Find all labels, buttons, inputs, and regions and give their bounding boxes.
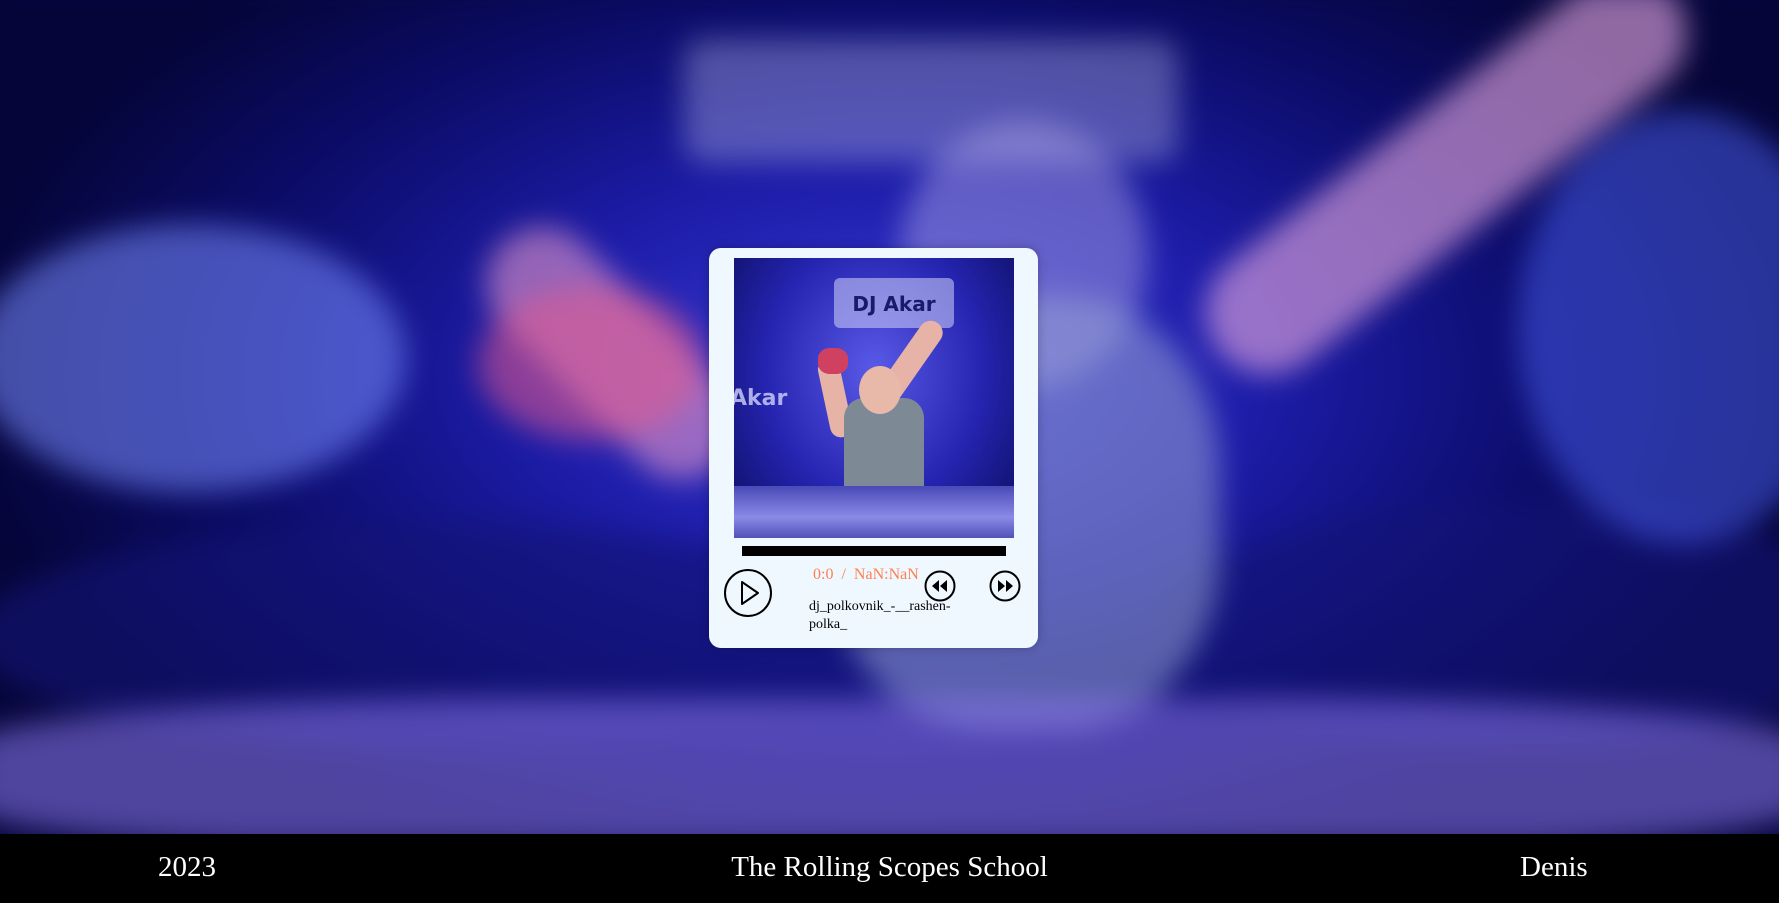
bg-sign	[684, 38, 1179, 163]
bg-light-left	[0, 224, 406, 493]
page: DJ Akar Akar 0:0 / NaN:NaN dj_polkovnik_-_…	[0, 0, 1779, 903]
audio-player: DJ Akar Akar 0:0 / NaN:NaN dj_polkovnik_-_…	[709, 248, 1038, 648]
cover-glove	[818, 348, 848, 374]
time-display: 0:0 / NaN:NaN	[813, 566, 919, 584]
play-icon	[724, 569, 772, 617]
play-button[interactable]	[723, 568, 773, 618]
duration: NaN:NaN	[853, 566, 919, 583]
progress-bar[interactable]	[742, 546, 1006, 556]
current-time: 0:0	[813, 566, 834, 583]
fast-forward-icon	[989, 570, 1021, 602]
bg-hand	[478, 286, 705, 441]
cover-side-text: Akar	[734, 386, 788, 411]
cover-sign-text: DJ Akar	[852, 292, 936, 316]
footer-author-link[interactable]: Denis	[1520, 851, 1588, 884]
album-cover: DJ Akar Akar	[734, 258, 1014, 538]
bg-deck	[0, 698, 1779, 847]
track-title: dj_polkovnik_-__rashen-polka_	[809, 599, 951, 632]
footer: 2023 The Rolling Scopes School Denis	[0, 834, 1779, 903]
time-separator: /	[841, 566, 846, 583]
next-track-button[interactable]	[989, 570, 1021, 602]
cover-sign: DJ Akar	[834, 278, 954, 328]
bg-light-right	[1518, 111, 1779, 544]
footer-school-link[interactable]: The Rolling Scopes School	[0, 851, 1779, 884]
cover-head	[859, 366, 901, 414]
cover-deck	[734, 486, 1014, 538]
